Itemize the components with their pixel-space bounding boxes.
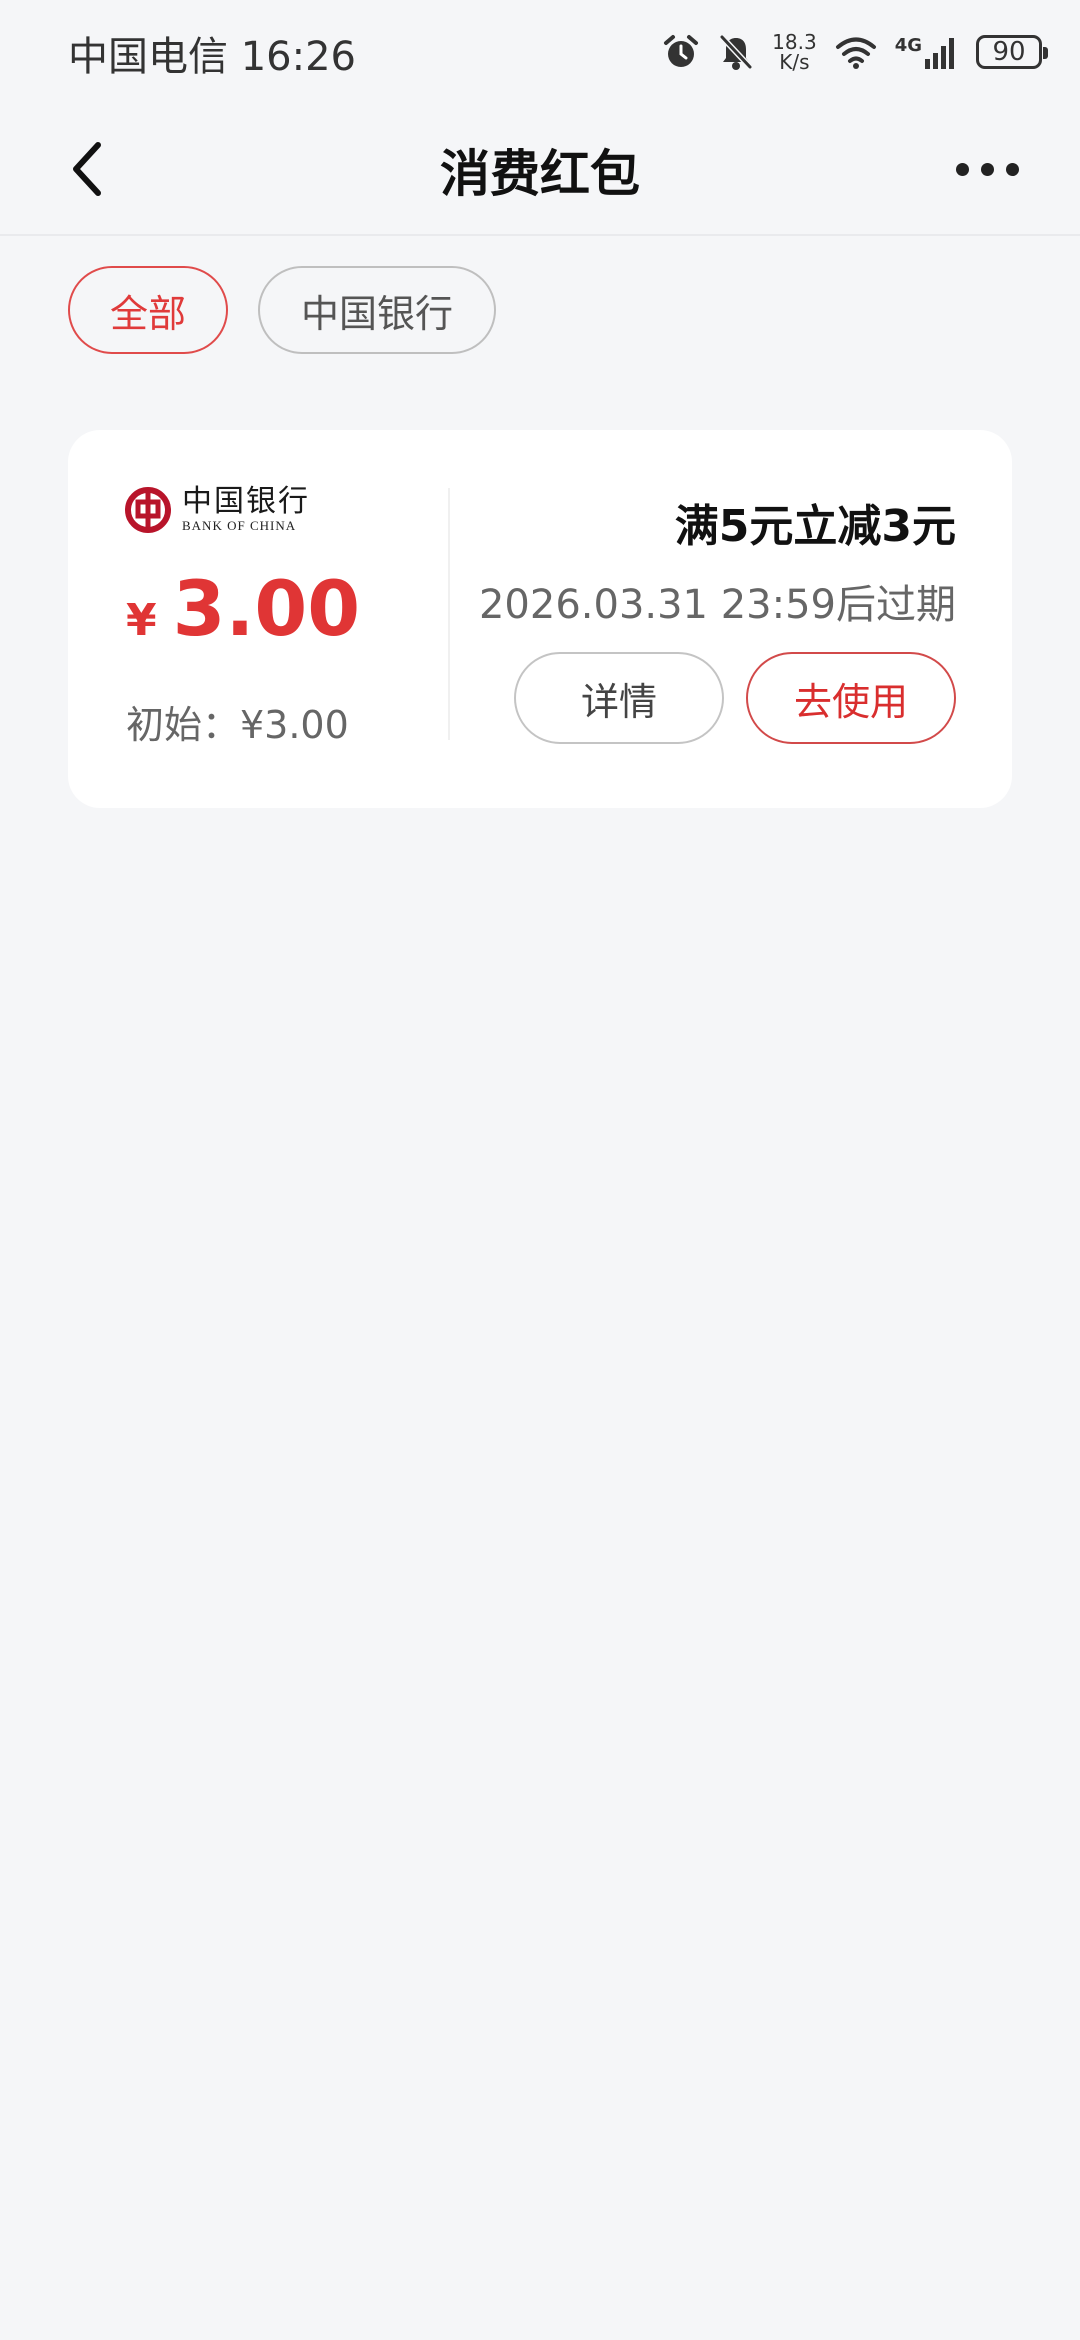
- net-speed: 18.3 K/s: [772, 32, 817, 72]
- detail-button[interactable]: 详情: [514, 652, 724, 744]
- currency-symbol: ¥: [126, 595, 157, 646]
- more-dots-icon: [955, 162, 969, 176]
- filter-bar: 全部 中国银行: [68, 266, 496, 354]
- net-speed-value: 18.3: [772, 30, 817, 54]
- bank-name-cn: 中国银行: [182, 484, 310, 519]
- mute-bell-icon: [718, 33, 754, 71]
- coupon-condition: 满5元立减3元: [674, 501, 956, 552]
- more-button[interactable]: [932, 144, 1042, 194]
- page-title: 消费红包: [440, 145, 640, 203]
- net-speed-unit: K/s: [779, 50, 810, 74]
- coupon-expiry: 2026.03.31 23:59后过期: [478, 582, 956, 628]
- initial-amount: 初始：¥3.00: [126, 703, 349, 747]
- bank-logo: 中国银行 BANK OF CHINA: [124, 486, 310, 534]
- nav-bar: 消费红包: [0, 104, 1080, 236]
- alarm-icon: [662, 33, 700, 71]
- status-icons: 18.3 K/s 4G 90: [662, 28, 1048, 76]
- bank-of-china-logo-icon: [125, 487, 171, 533]
- wifi-icon: [835, 35, 877, 69]
- battery-icon: 90: [976, 35, 1048, 69]
- filter-chip-bank-of-china[interactable]: 中国银行: [258, 266, 496, 354]
- carrier-time: 中国电信 16:26: [68, 34, 356, 80]
- coupon-card: 中国银行 BANK OF CHINA ¥ 3.00 初始：¥3.00 满5元立减…: [68, 430, 1012, 808]
- card-divider: [448, 488, 450, 740]
- battery-level: 90: [992, 37, 1026, 67]
- network-type: 4G: [894, 35, 922, 56]
- signal-icon: 4G: [895, 35, 958, 69]
- coupon-amount: ¥ 3.00: [126, 564, 360, 653]
- status-bar: 中国电信 16:26 18.3 K/s 4G 90: [0, 0, 1080, 104]
- bank-name-en: BANK OF CHINA: [182, 518, 297, 533]
- filter-chip-all[interactable]: 全部: [68, 266, 228, 354]
- amount-value: 3.00: [172, 564, 361, 653]
- use-button[interactable]: 去使用: [746, 652, 956, 744]
